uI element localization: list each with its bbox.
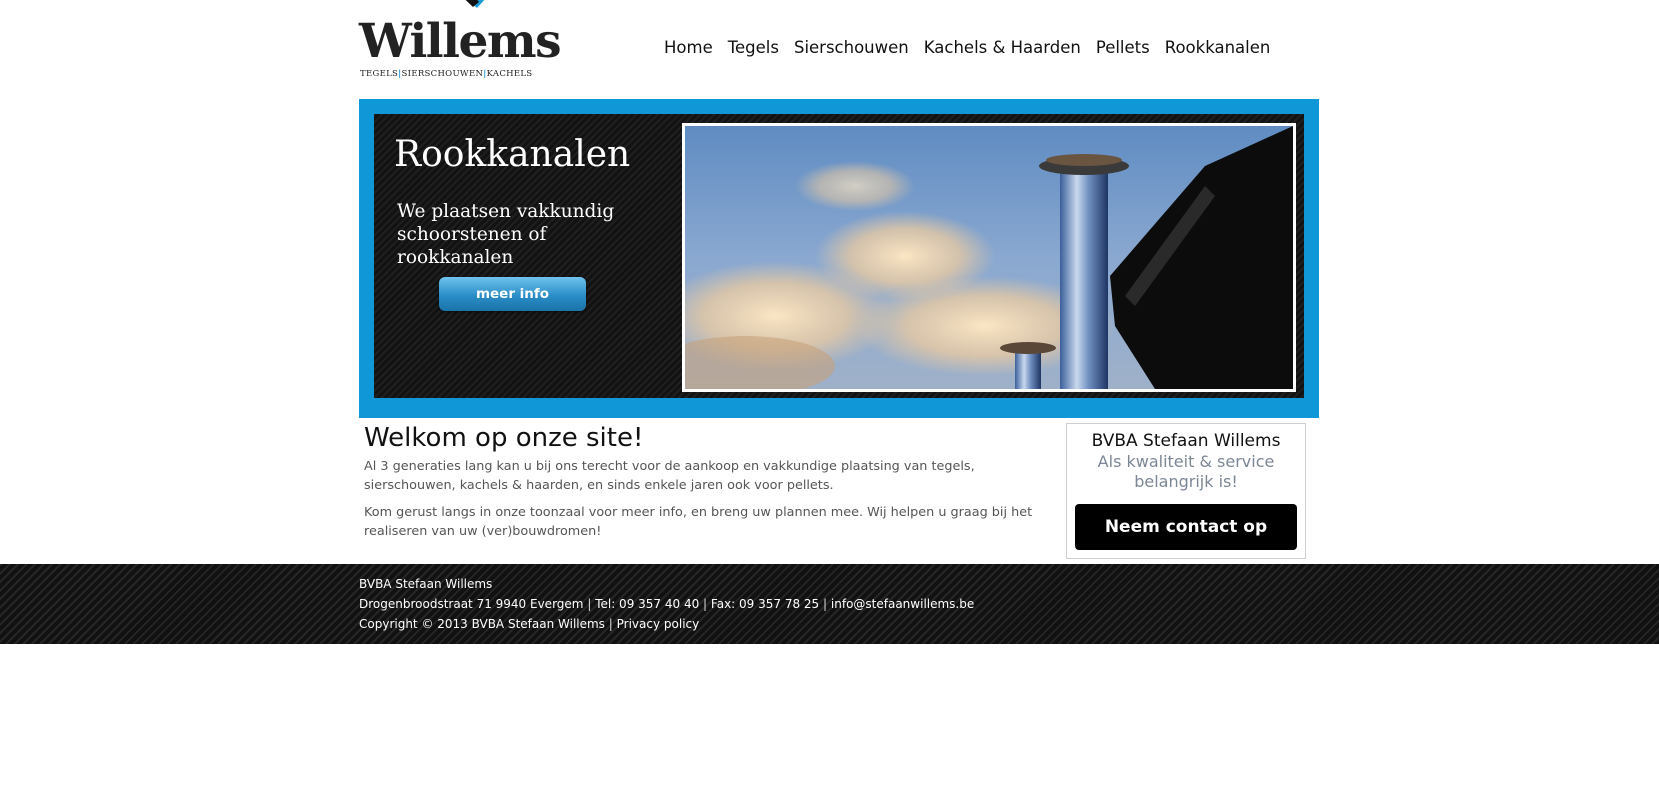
meer-info-button[interactable]: meer info	[439, 277, 586, 311]
nav-item-home[interactable]: Home	[664, 38, 713, 57]
footer-email-link[interactable]: info@stefaanwillems.be	[831, 597, 974, 611]
contact-box-tagline: Als kwaliteit & service belangrijk is!	[1097, 452, 1275, 491]
hero-banner: Rookkanalen We plaatsen vakkundig schoor…	[359, 99, 1319, 418]
logo-tag-kachels: KACHELS	[486, 69, 533, 79]
footer-tel: Tel: 09 357 40 40	[595, 597, 700, 611]
logo-tagline: TEGELS|SIERSCHOUWEN|KACHELS	[360, 69, 532, 79]
logo-wordmark: Willems	[359, 14, 562, 69]
chimney-photo-illustration	[685, 126, 1293, 389]
logo-tag-tegels: TEGELS	[360, 69, 399, 79]
footer: BVBA Stefaan Willems Drogenbroodstraat 7…	[0, 564, 1659, 644]
nav-item-rookkanalen[interactable]: Rookkanalen	[1165, 38, 1271, 57]
banner-panel: Rookkanalen We plaatsen vakkundig schoor…	[374, 114, 1304, 398]
footer-copyright-line: Copyright © 2013 BVBA Stefaan Willems | …	[359, 617, 699, 631]
privacy-policy-link[interactable]: Privacy policy	[617, 617, 700, 631]
visit-paragraph: Kom gerust langs in onze toonzaal voor m…	[364, 505, 1033, 539]
footer-separator: |	[823, 597, 828, 611]
footer-contact-line: Drogenbroodstraat 71 9940 Evergem | Tel:…	[359, 597, 974, 611]
nav-item-tegels[interactable]: Tegels	[728, 38, 779, 57]
intro-paragraph: Al 3 generaties lang kan u bij ons terec…	[364, 459, 975, 493]
contact-button[interactable]: Neem contact op	[1075, 504, 1297, 550]
nav-item-kachels-haarden[interactable]: Kachels & Haarden	[924, 38, 1081, 57]
logo[interactable]: Willems TEGELS|SIERSCHOUWEN|KACHELS	[359, 0, 562, 82]
nav-item-sierschouwen[interactable]: Sierschouwen	[794, 38, 909, 57]
footer-separator: |	[587, 597, 592, 611]
page-title: Welkom op onze site!	[364, 423, 644, 453]
logo-tag-sierschouwen: SIERSCHOUWEN	[401, 69, 484, 79]
footer-company: BVBA Stefaan Willems	[359, 577, 493, 591]
footer-address: Drogenbroodstraat 71 9940 Evergem	[359, 597, 584, 611]
banner-subtitle: We plaatsen vakkundig schoorstenen of ro…	[397, 201, 615, 268]
footer-copyright: Copyright © 2013 BVBA Stefaan Willems	[359, 617, 605, 631]
nav-item-pellets[interactable]: Pellets	[1096, 38, 1150, 57]
footer-separator: |	[608, 617, 613, 631]
banner-title: Rookkanalen	[394, 134, 631, 175]
main-nav: Home Tegels Sierschouwen Kachels & Haard…	[664, 38, 1285, 57]
banner-photo	[682, 123, 1296, 392]
footer-separator: |	[703, 597, 708, 611]
contact-box-company: BVBA Stefaan Willems	[1091, 431, 1281, 451]
contact-box: BVBA Stefaan Willems Als kwaliteit & ser…	[1066, 423, 1306, 559]
footer-fax: Fax: 09 357 78 25	[710, 597, 820, 611]
